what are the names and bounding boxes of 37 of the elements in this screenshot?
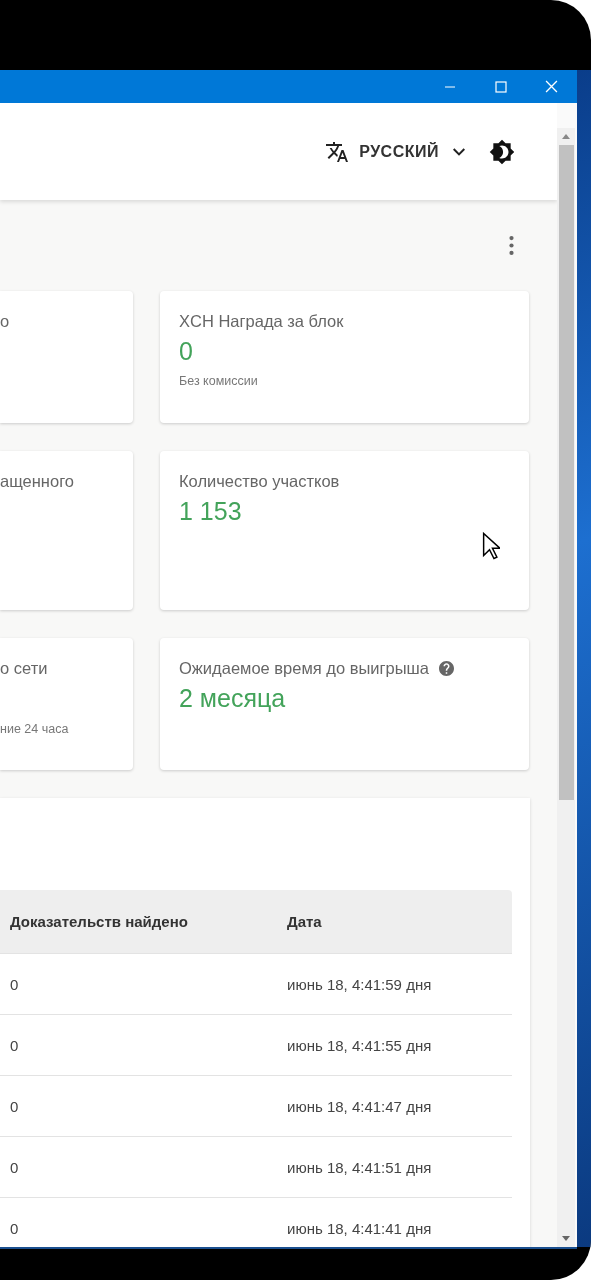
card-title: Количество участков: [179, 472, 340, 491]
language-button[interactable]: РУССКИЙ: [325, 133, 465, 170]
table-cell-text: 0: [9, 1158, 20, 1176]
more-options-icon[interactable]: [509, 236, 514, 255]
card-value: 2 месяца: [179, 684, 287, 713]
table-cell: июнь 18, 4:41:55 дня: [287, 1036, 432, 1054]
column-header: Дата: [287, 913, 322, 930]
table-cell-text: 0: [9, 1036, 20, 1054]
caret-icon: [453, 147, 465, 156]
card-title: о сети: [0, 659, 48, 678]
card-title: ащенного: [0, 472, 74, 491]
help-icon[interactable]: [439, 661, 455, 676]
table-cell-text: 0: [9, 975, 20, 993]
table-cell-text: 0: [9, 1219, 20, 1237]
table-cell: июнь 18, 4:41:59 дня: [287, 975, 432, 993]
card-note: ние 24 часа: [0, 722, 70, 736]
theme-toggle-icon[interactable]: [489, 138, 515, 165]
close-icon: [545, 80, 558, 93]
card-value: 0: [179, 337, 194, 366]
table-cell-text: 0: [9, 1097, 20, 1115]
table-cell: июнь 18, 4:41:47 дня: [287, 1097, 432, 1115]
card-value: 1 153: [179, 497, 243, 526]
scrollbar[interactable]: [557, 128, 575, 1247]
translate-icon: [325, 139, 350, 164]
mouse-pointer-icon: [482, 532, 500, 560]
scroll-up-icon[interactable]: [562, 134, 570, 139]
card-title: о: [0, 312, 10, 331]
maximize-icon: [494, 80, 507, 93]
card-title: Ожидаемое время до выигрыша: [179, 659, 430, 678]
column-header: Доказательств найдено: [9, 913, 189, 930]
card-title: XCH Награда за блок: [179, 312, 344, 331]
scrollbar-thumb[interactable]: [558, 145, 574, 800]
scroll-down-icon[interactable]: [562, 1236, 570, 1241]
table-cell: июнь 18, 4:41:41 дня: [287, 1219, 432, 1237]
card-note: Без комиссии: [179, 374, 259, 388]
table-cell: июнь 18, 4:41:51 дня: [287, 1158, 432, 1176]
minimize-icon: [444, 85, 455, 88]
